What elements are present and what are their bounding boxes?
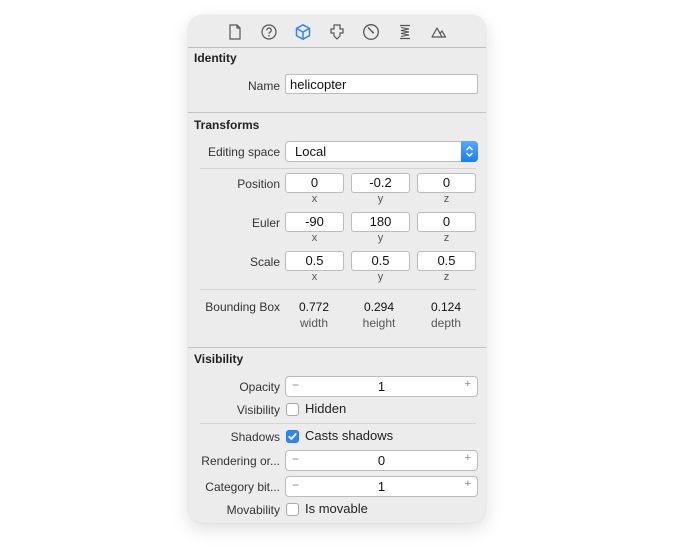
euler-z-field[interactable]: 0 [417,212,476,232]
name-label: Name [247,79,280,93]
scale-x-field[interactable]: 0.5 [285,251,344,271]
subsection-divider [200,168,476,169]
subsection-divider [200,289,476,290]
opacity-stepper[interactable]: − 1 + [285,376,478,397]
name-field[interactable]: helicopter [285,74,478,94]
position-label: Position [237,177,280,191]
axis-label-x: x [311,193,318,205]
opacity-label: Opacity [239,380,280,394]
movability-label: Movability [226,503,280,517]
file-icon [229,24,241,40]
node-inspector-tab[interactable] [286,20,320,44]
bounding-box-label: Bounding Box [205,300,280,314]
popup-arrows[interactable] [461,141,478,162]
bounding-box-depth-value: 0.124 [430,300,462,314]
visibility-section-title: Visibility [194,352,244,366]
axis-label-z: z [443,232,450,244]
visibility-label: Visibility [236,403,280,417]
position-z-field[interactable]: 0 [417,173,476,193]
scene-inspector-tab[interactable] [422,20,456,44]
identity-section-title: Identity [194,51,237,65]
rendering-order-stepper[interactable]: − 0 + [285,450,478,471]
scale-y-field[interactable]: 0.5 [351,251,410,271]
axis-label-x: x [311,271,318,283]
bounding-box-height-value: 0.294 [363,300,395,314]
axis-label-z: z [443,193,450,205]
bounding-box-width-label: width [299,316,328,330]
subsection-divider [200,423,476,424]
checkmark-icon [288,433,297,440]
casts-shadows-checkbox[interactable] [286,430,299,443]
category-bit-stepper[interactable]: − 1 + [285,476,478,497]
euler-x-field[interactable]: -90 [285,212,344,232]
position-y-field[interactable]: -0.2 [351,173,410,193]
bounding-box-width-value: 0.772 [298,300,330,314]
editing-space-popup[interactable]: Local [285,141,478,162]
cube-icon [295,24,311,40]
rendering-order-value[interactable]: 0 [286,453,477,468]
material-icon [363,24,379,40]
toolbar-divider [188,47,486,48]
node-inspector-panel: Identity Name helicopter Transforms Edit… [188,15,486,523]
attributes-inspector-tab[interactable] [320,20,354,44]
axis-label-y: y [377,193,384,205]
scene-icon [431,27,447,38]
shadows-label: Shadows [230,430,280,444]
increment-button[interactable]: + [465,378,471,390]
category-bit-value[interactable]: 1 [286,479,477,494]
physics-icon [400,24,410,40]
bounding-box-height-label: height [362,316,396,330]
axis-label-y: y [377,232,384,244]
help-icon [261,24,277,40]
increment-button[interactable]: + [465,452,471,464]
section-divider [188,347,486,348]
rendering-order-label: Rendering or... [201,454,280,468]
is-movable-checkbox[interactable] [286,503,299,516]
axis-label-z: z [443,271,450,283]
opacity-value[interactable]: 1 [286,379,477,394]
is-movable-label[interactable]: Is movable [305,501,368,516]
file-inspector-tab[interactable] [218,20,252,44]
transforms-section-title: Transforms [194,118,260,132]
euler-y-field[interactable]: 180 [351,212,410,232]
euler-label: Euler [251,216,280,230]
material-inspector-tab[interactable] [354,20,388,44]
bounding-box-depth-label: depth [430,316,462,330]
editing-space-value: Local [295,144,327,159]
category-bit-label: Category bit... [205,480,280,494]
axis-label-x: x [311,232,318,244]
scale-label: Scale [249,255,280,269]
hidden-checkbox[interactable] [286,403,299,416]
editing-space-label: Editing space [207,145,280,159]
position-x-field[interactable]: 0 [285,173,344,193]
quick-help-tab[interactable] [252,20,286,44]
casts-shadows-label[interactable]: Casts shadows [305,428,393,443]
section-divider [188,112,486,113]
axis-label-y: y [377,271,384,283]
increment-button[interactable]: + [465,478,471,490]
up-down-chevron-icon [465,145,474,158]
hidden-checkbox-label[interactable]: Hidden [305,401,346,416]
scale-z-field[interactable]: 0.5 [417,251,476,271]
physics-inspector-tab[interactable] [388,20,422,44]
attributes-icon [330,24,344,40]
inspector-toolbar [188,15,486,47]
